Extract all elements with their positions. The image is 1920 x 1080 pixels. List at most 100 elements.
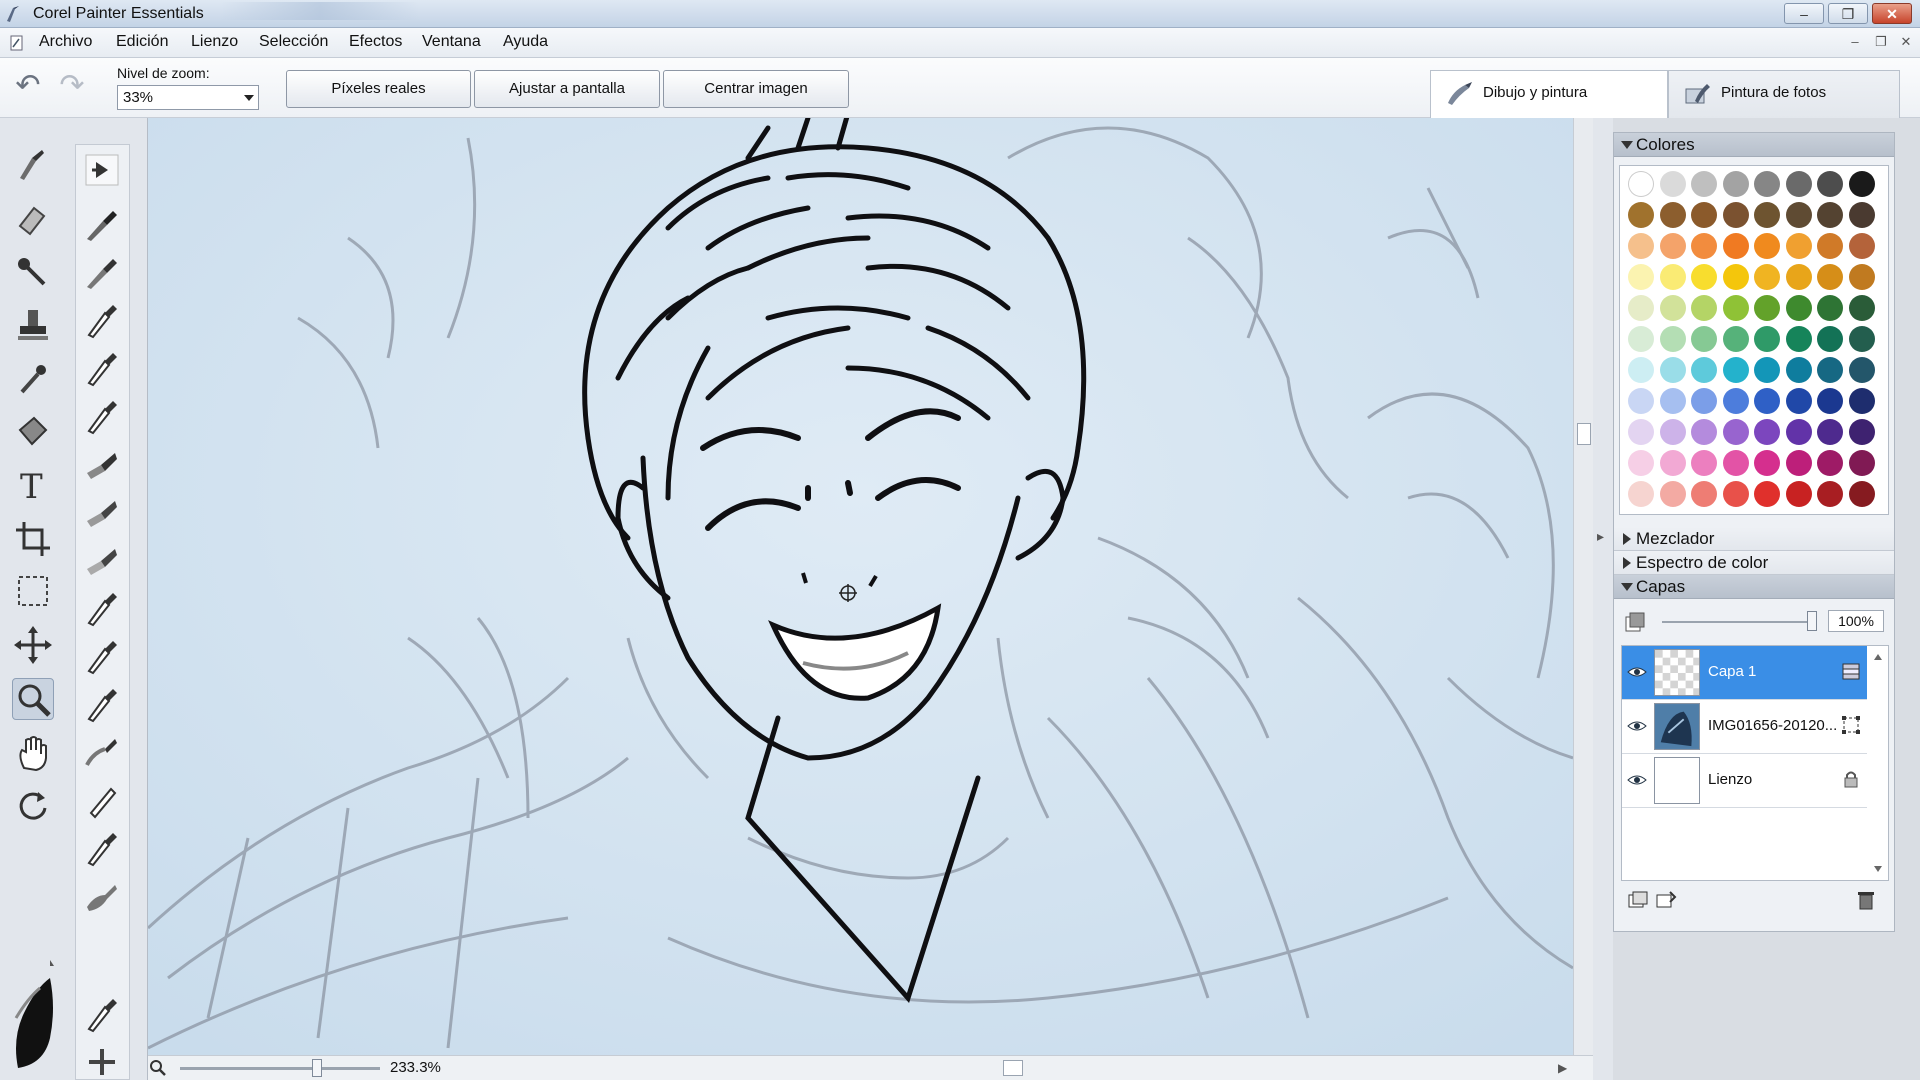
color-swatch[interactable] — [1785, 450, 1812, 476]
new-layer-icon[interactable] — [1626, 889, 1650, 911]
text-tool[interactable]: T — [12, 464, 54, 507]
zoom-level-select[interactable]: 33% — [117, 85, 259, 110]
color-swatch[interactable] — [1722, 264, 1749, 290]
color-swatch[interactable] — [1817, 481, 1843, 507]
opacity-value[interactable]: 100% — [1828, 610, 1884, 632]
eyedropper-tool[interactable] — [12, 358, 54, 400]
color-swatch[interactable] — [1754, 295, 1780, 321]
minimize-button[interactable]: – — [1784, 3, 1824, 24]
color-swatch[interactable] — [1817, 419, 1843, 445]
brush-category-12[interactable] — [81, 731, 123, 773]
add-brush-button[interactable] — [81, 1041, 123, 1080]
visibility-eye-icon[interactable] — [1626, 769, 1648, 791]
grabber-tool[interactable] — [12, 732, 54, 774]
color-swatch[interactable] — [1754, 233, 1780, 259]
vertical-scroll-thumb[interactable] — [1577, 423, 1591, 445]
color-swatch[interactable] — [1754, 388, 1780, 414]
vertical-scrollbar[interactable] — [1573, 118, 1593, 1055]
color-swatch[interactable] — [1722, 171, 1749, 197]
color-swatch[interactable] — [1785, 264, 1812, 290]
color-swatch[interactable] — [1754, 481, 1780, 507]
color-swatch[interactable] — [1754, 326, 1780, 352]
doc-close-icon[interactable]: ✕ — [1896, 34, 1916, 52]
doc-restore-icon[interactable]: ❐ — [1871, 34, 1891, 52]
horizontal-scroll-thumb[interactable] — [1003, 1060, 1023, 1076]
menu-efectos[interactable]: Efectos — [349, 33, 402, 51]
brush-category-3[interactable] — [81, 299, 123, 341]
color-swatch[interactable] — [1691, 357, 1717, 383]
menu-ventana[interactable]: Ventana — [422, 33, 481, 51]
layer-row[interactable]: Capa 1 — [1622, 646, 1867, 700]
color-swatch[interactable] — [1628, 450, 1654, 476]
brush-category-15[interactable] — [81, 875, 123, 917]
visibility-eye-icon[interactable] — [1626, 661, 1648, 683]
trash-icon[interactable] — [1854, 889, 1878, 911]
color-swatch[interactable] — [1691, 481, 1717, 507]
colors-panel-header[interactable]: Colores — [1614, 133, 1894, 157]
rotate-page-tool[interactable] — [12, 784, 54, 826]
layers-panel-header[interactable]: Capas — [1614, 575, 1894, 599]
color-swatch[interactable] — [1628, 326, 1654, 352]
color-swatch[interactable] — [1754, 264, 1780, 290]
color-swatch[interactable] — [1691, 419, 1717, 445]
crop-tool[interactable] — [12, 518, 54, 560]
color-swatch[interactable] — [1817, 388, 1843, 414]
color-swatch[interactable] — [1628, 171, 1654, 197]
paint-bucket-tool[interactable] — [12, 410, 54, 452]
color-swatch[interactable] — [1785, 388, 1812, 414]
menu-lienzo[interactable]: Lienzo — [191, 33, 238, 51]
fit-to-screen-button[interactable]: Ajustar a pantalla — [474, 70, 660, 108]
color-swatch[interactable] — [1628, 202, 1654, 228]
color-swatch[interactable] — [1691, 233, 1717, 259]
color-swatch[interactable] — [1691, 326, 1717, 352]
brush-category-1[interactable] — [81, 203, 123, 245]
color-swatch[interactable] — [1659, 357, 1686, 383]
color-swatch[interactable] — [1754, 357, 1780, 383]
color-swatch[interactable] — [1628, 264, 1654, 290]
color-swatch[interactable] — [1691, 264, 1717, 290]
center-image-button[interactable]: Centrar imagen — [663, 70, 849, 108]
color-swatch[interactable] — [1848, 295, 1875, 321]
opacity-slider-track[interactable] — [1662, 621, 1812, 623]
color-swatch[interactable] — [1722, 450, 1749, 476]
color-swatch[interactable] — [1628, 357, 1654, 383]
mixer-panel-header[interactable]: Mezclador — [1614, 527, 1894, 551]
undo-icon[interactable]: ↶ — [12, 71, 44, 103]
magnifier-tool[interactable] — [12, 678, 54, 720]
brush-category-10[interactable] — [81, 635, 123, 677]
layer-row[interactable]: IMG01656-20120... — [1622, 700, 1867, 754]
color-swatch[interactable] — [1659, 295, 1686, 321]
color-swatch[interactable] — [1817, 326, 1843, 352]
color-swatch[interactable] — [1722, 388, 1749, 414]
visibility-eye-icon[interactable] — [1626, 715, 1648, 737]
color-swatch[interactable] — [1659, 419, 1686, 445]
color-swatch[interactable] — [1659, 233, 1686, 259]
brush-variant-selector[interactable] — [81, 993, 123, 1035]
color-swatch[interactable] — [1691, 450, 1717, 476]
color-swatch[interactable] — [1659, 388, 1686, 414]
color-swatch[interactable] — [1817, 264, 1843, 290]
layer-row[interactable]: Lienzo — [1622, 754, 1867, 808]
color-swatch[interactable] — [1785, 481, 1812, 507]
color-swatch[interactable] — [1691, 202, 1717, 228]
color-spectrum-panel-header[interactable]: Espectro de color — [1614, 551, 1894, 575]
color-swatch[interactable] — [1785, 357, 1812, 383]
color-swatch[interactable] — [1848, 202, 1875, 228]
menu-archivo[interactable]: Archivo — [39, 33, 92, 51]
color-swatch[interactable] — [1817, 202, 1843, 228]
brush-category-4[interactable] — [81, 347, 123, 389]
close-button[interactable]: ✕ — [1872, 3, 1912, 24]
color-swatch[interactable] — [1628, 233, 1654, 259]
color-swatch[interactable] — [1659, 326, 1686, 352]
color-swatch[interactable] — [1659, 481, 1686, 507]
color-swatch[interactable] — [1848, 450, 1875, 476]
color-swatch[interactable] — [1848, 264, 1875, 290]
brush-category-14[interactable] — [81, 827, 123, 869]
color-swatch[interactable] — [1691, 388, 1717, 414]
color-swatch[interactable] — [1817, 171, 1843, 197]
color-swatch[interactable] — [1628, 419, 1654, 445]
tab-photo-painting[interactable]: Pintura de fotos — [1668, 70, 1900, 118]
panel-collapse-strip[interactable]: ▸ — [1593, 118, 1613, 1080]
color-swatch[interactable] — [1817, 295, 1843, 321]
color-swatch[interactable] — [1817, 233, 1843, 259]
